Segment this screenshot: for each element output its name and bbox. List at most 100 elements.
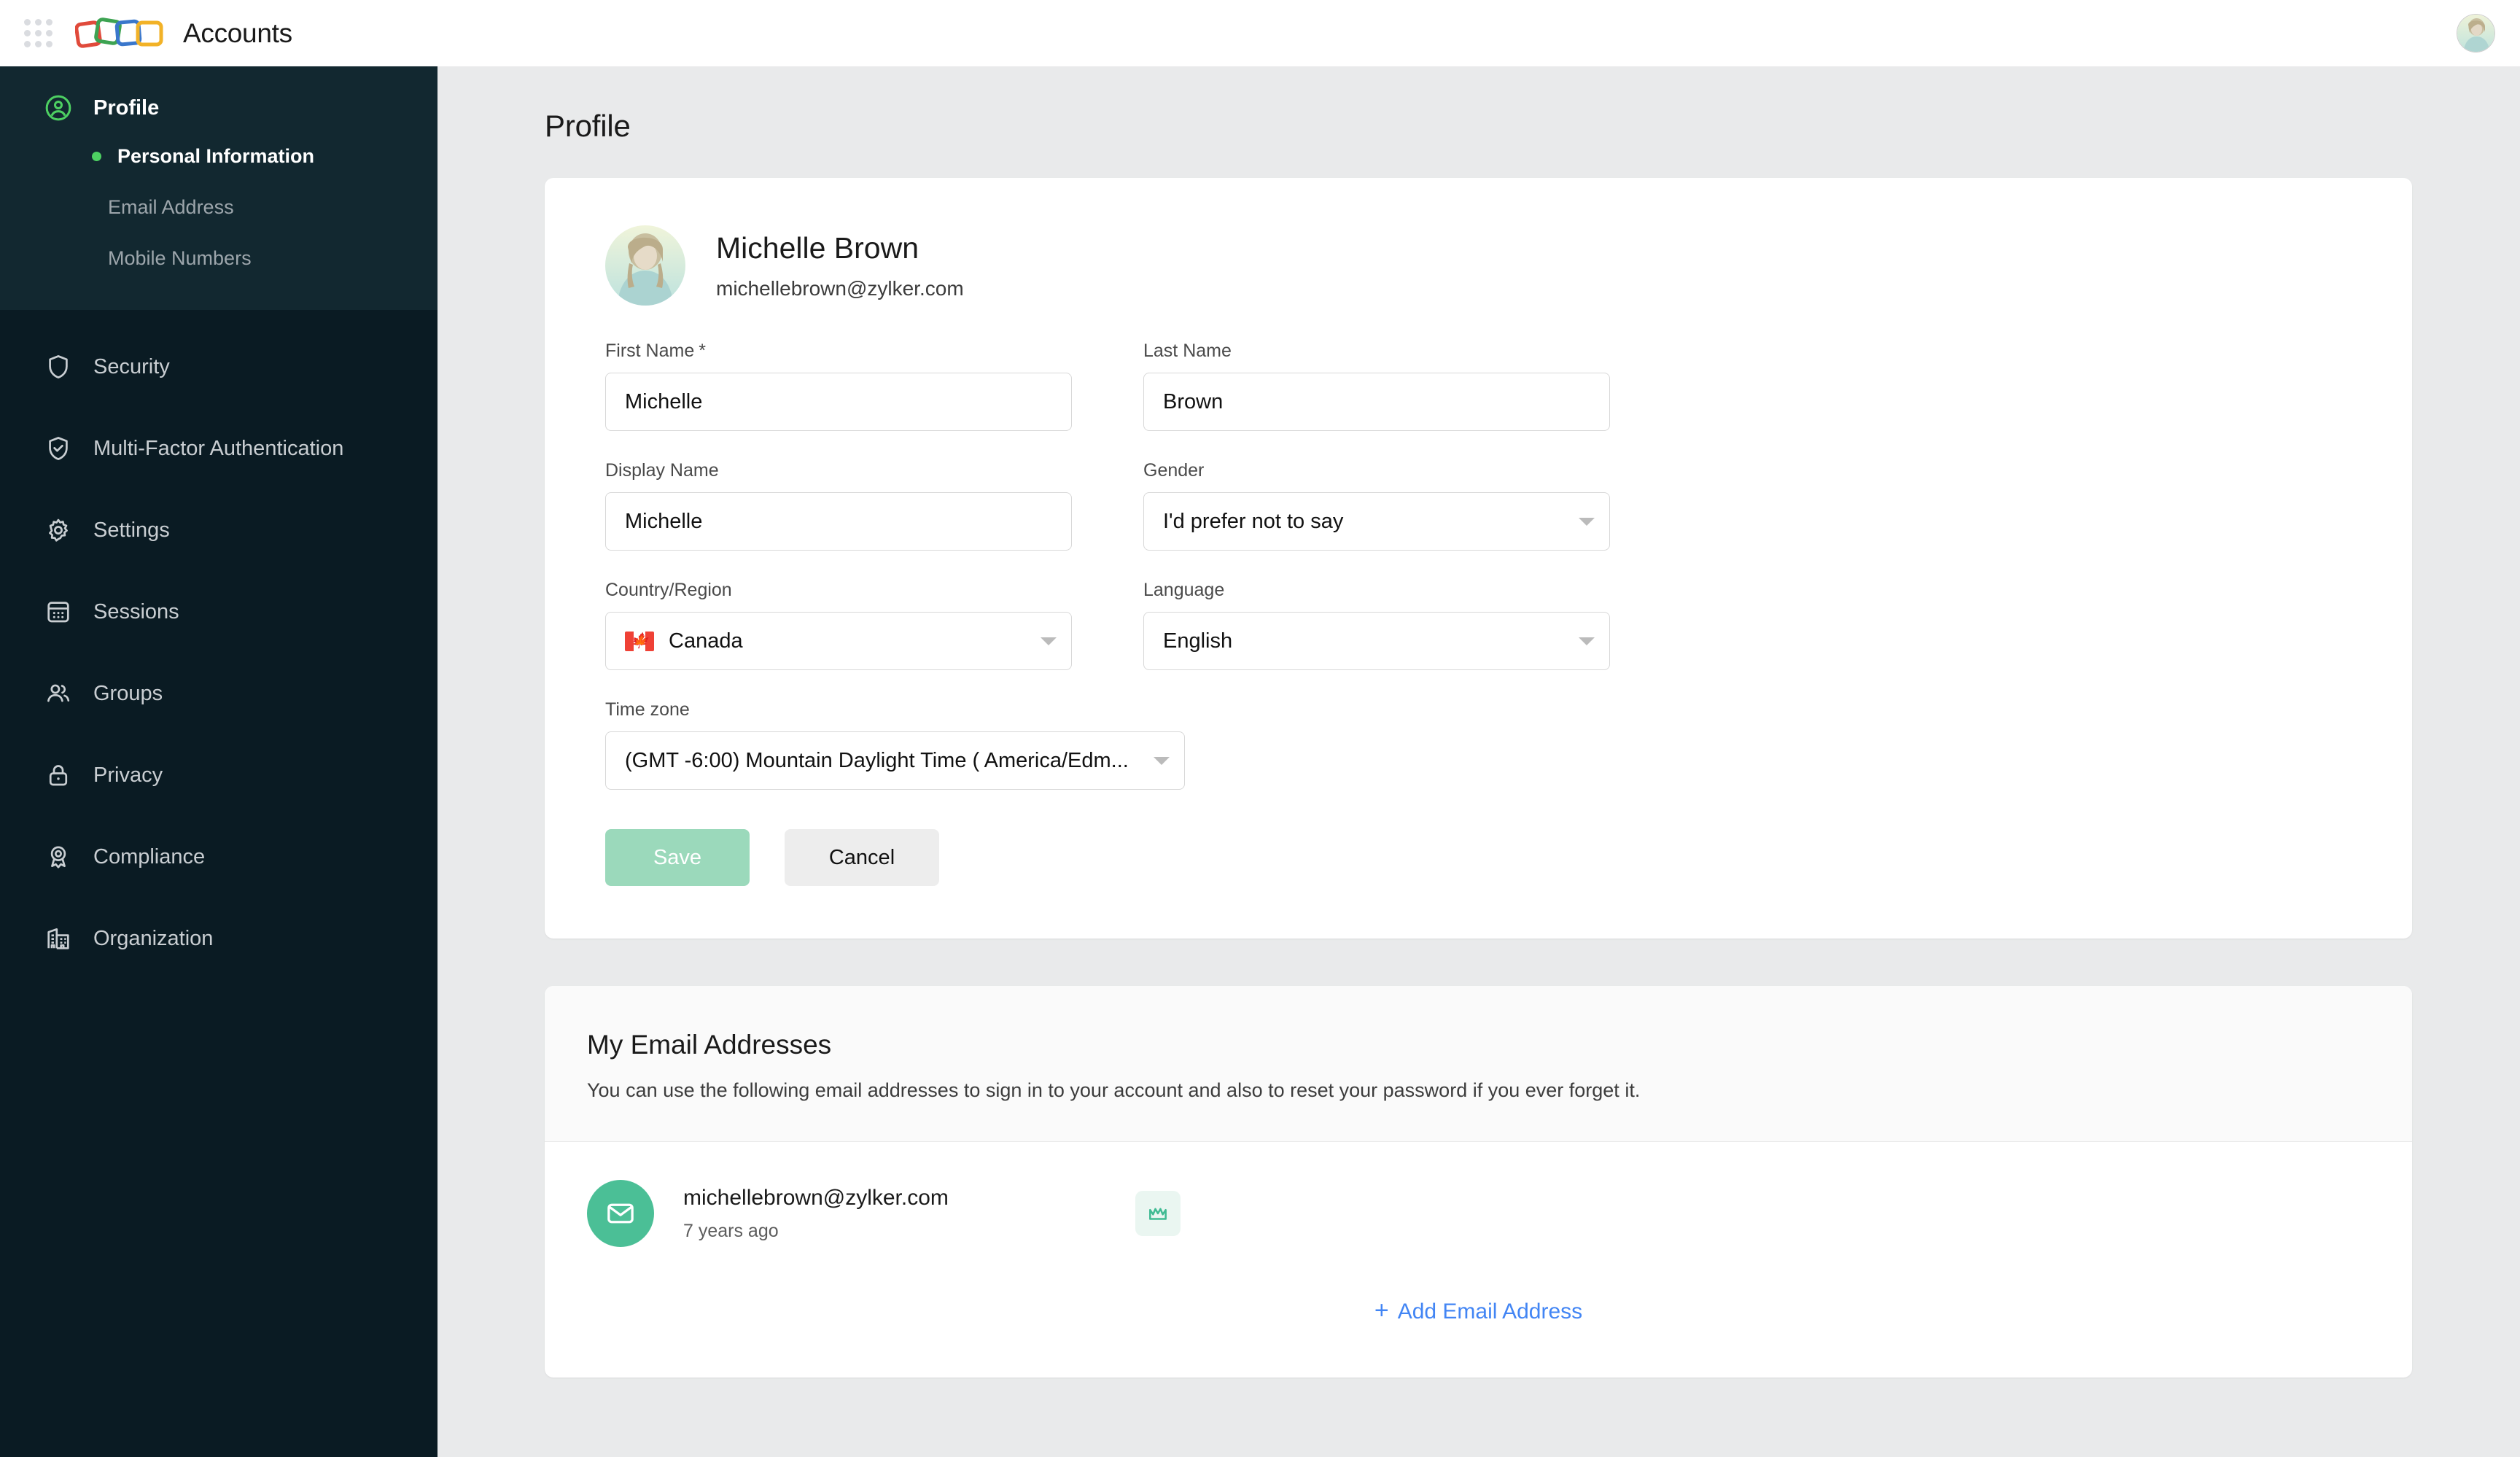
crown-icon[interactable]: [1135, 1191, 1181, 1236]
country-value: Canada: [669, 629, 743, 653]
sidebar-item-multi-factor-authentication[interactable]: Multi-Factor Authentication: [0, 408, 438, 489]
email-section-description: You can use the following email addresse…: [587, 1079, 1641, 1101]
sidebar-item-profile[interactable]: Profile: [0, 85, 438, 131]
active-dot-icon: [92, 151, 101, 161]
shield-icon: [42, 351, 74, 383]
top-bar: Accounts: [0, 0, 2520, 66]
save-button[interactable]: Save: [605, 829, 750, 886]
envelope-icon: [587, 1180, 654, 1247]
sidebar-subitem-label: Email Address: [108, 195, 234, 218]
field-label: First Name *: [605, 341, 1072, 362]
language-select[interactable]: English: [1143, 612, 1610, 670]
last-name-label: Last Name: [1143, 341, 1232, 361]
sidebar-item-settings[interactable]: Settings: [0, 489, 438, 571]
sidebar: Profile Personal Information Email Addre…: [0, 66, 438, 1457]
first-name-input[interactable]: Michelle: [605, 373, 1072, 431]
chevron-down-icon: [1154, 756, 1170, 765]
user-circle-icon: [42, 92, 74, 124]
sidebar-item-label: Security: [93, 354, 170, 378]
building-icon: [42, 922, 74, 955]
chevron-down-icon: [1041, 637, 1057, 645]
last-name-input[interactable]: Brown: [1143, 373, 1610, 431]
language-label: Language: [1143, 580, 1225, 600]
chevron-down-icon: [1579, 637, 1595, 645]
email-age: 7 years ago: [683, 1220, 779, 1241]
sidebar-item-organization[interactable]: Organization: [0, 898, 438, 979]
email-card-header: My Email Addresses You can use the follo…: [545, 986, 2412, 1141]
gender-select[interactable]: I'd prefer not to say: [1143, 492, 1610, 551]
form-row: Display Name Michelle Gender I'd prefer …: [605, 460, 2412, 551]
apps-grid-icon[interactable]: [23, 19, 52, 47]
sidebar-item-label: Organization: [93, 926, 214, 950]
field-time-zone: Time zone (GMT -6:00) Mountain Daylight …: [605, 699, 1185, 790]
profile-form: First Name * Michelle Last Name Brown Dis…: [545, 306, 2412, 939]
sidebar-item-label: Profile: [93, 96, 160, 120]
shield-check-icon: [42, 432, 74, 465]
time-zone-value: (GMT -6:00) Mountain Daylight Time ( Ame…: [625, 748, 1129, 772]
first-name-label: First Name: [605, 341, 695, 361]
field-gender: Gender I'd prefer not to say: [1143, 460, 1610, 551]
sidebar-item-compliance[interactable]: Compliance: [0, 816, 438, 898]
field-last-name: Last Name Brown: [1143, 341, 1610, 431]
sidebar-section-profile: Profile Personal Information Email Addre…: [0, 66, 438, 310]
zoho-accounts-logo[interactable]: [74, 15, 168, 53]
sidebar-subitem-label: Personal Information: [117, 144, 315, 167]
sidebar-item-label: Multi-Factor Authentication: [93, 436, 344, 460]
calendar-grid-icon: [42, 596, 74, 628]
profile-avatar[interactable]: [605, 225, 685, 306]
gear-icon: [42, 514, 74, 546]
language-value: English: [1163, 629, 1233, 653]
sidebar-item-label: Sessions: [93, 599, 179, 623]
display-name-label: Display Name: [605, 460, 719, 481]
profile-email: michellebrown@zylker.com: [716, 276, 964, 300]
gender-label: Gender: [1143, 460, 1205, 481]
form-actions: Save Cancel: [605, 819, 2412, 939]
sidebar-item-label: Settings: [93, 518, 170, 542]
field-country-region: Country/Region 🍁 Canada: [605, 580, 1072, 670]
main-content: Profile Michelle Brown michellebrown@zyl…: [438, 66, 2520, 1457]
sidebar-item-mobile-numbers[interactable]: Mobile Numbers: [0, 233, 438, 284]
time-zone-label: Time zone: [605, 699, 690, 720]
email-section-title: My Email Addresses: [587, 1030, 832, 1060]
country-label: Country/Region: [605, 580, 732, 600]
users-icon: [42, 677, 74, 710]
sidebar-item-privacy[interactable]: Privacy: [0, 734, 438, 816]
email-addresses-card: My Email Addresses You can use the follo…: [545, 986, 2412, 1378]
add-email-label: Add Email Address: [1397, 1299, 1583, 1324]
profile-header: Michelle Brown michellebrown@zylker.com: [545, 178, 2412, 306]
email-address: michellebrown@zylker.com: [683, 1185, 949, 1210]
add-email-address-button[interactable]: + Add Email Address: [545, 1247, 2412, 1378]
profile-card: Michelle Brown michellebrown@zylker.com …: [545, 178, 2412, 939]
sidebar-item-label: Privacy: [93, 763, 163, 787]
app-title: Accounts: [183, 18, 292, 48]
field-first-name: First Name * Michelle: [605, 341, 1072, 431]
form-row: Country/Region 🍁 Canada Language English: [605, 580, 2412, 670]
sidebar-item-security[interactable]: Security: [0, 326, 438, 408]
display-name-input[interactable]: Michelle: [605, 492, 1072, 551]
page-title: Profile: [545, 109, 631, 143]
sidebar-nav-list: Security Multi-Factor Authentication Set…: [0, 310, 438, 979]
gender-value: I'd prefer not to say: [1163, 509, 1344, 533]
form-row: First Name * Michelle Last Name Brown: [605, 341, 2412, 431]
profile-identity: Michelle Brown michellebrown@zylker.com: [716, 231, 964, 300]
plus-icon: +: [1374, 1297, 1389, 1324]
sidebar-item-label: Compliance: [93, 844, 206, 869]
required-marker: *: [699, 341, 706, 361]
email-item-texts: michellebrown@zylker.com 7 years ago: [683, 1186, 1135, 1242]
form-row: Time zone (GMT -6:00) Mountain Daylight …: [605, 699, 2412, 790]
country-select[interactable]: 🍁 Canada: [605, 612, 1072, 670]
sidebar-subitem-label: Mobile Numbers: [108, 246, 252, 269]
sidebar-item-personal-information[interactable]: Personal Information: [0, 131, 438, 182]
user-avatar[interactable]: [2457, 14, 2495, 53]
cancel-button[interactable]: Cancel: [785, 829, 939, 886]
time-zone-select[interactable]: (GMT -6:00) Mountain Daylight Time ( Ame…: [605, 731, 1185, 790]
profile-name: Michelle Brown: [716, 230, 919, 265]
award-ribbon-icon: [42, 841, 74, 873]
sidebar-item-label: Groups: [93, 681, 163, 705]
canada-flag-icon: 🍁: [625, 631, 654, 651]
sidebar-item-sessions[interactable]: Sessions: [0, 571, 438, 653]
sidebar-item-groups[interactable]: Groups: [0, 653, 438, 734]
sidebar-item-email-address[interactable]: Email Address: [0, 182, 438, 233]
field-language: Language English: [1143, 580, 1610, 670]
field-display-name: Display Name Michelle: [605, 460, 1072, 551]
